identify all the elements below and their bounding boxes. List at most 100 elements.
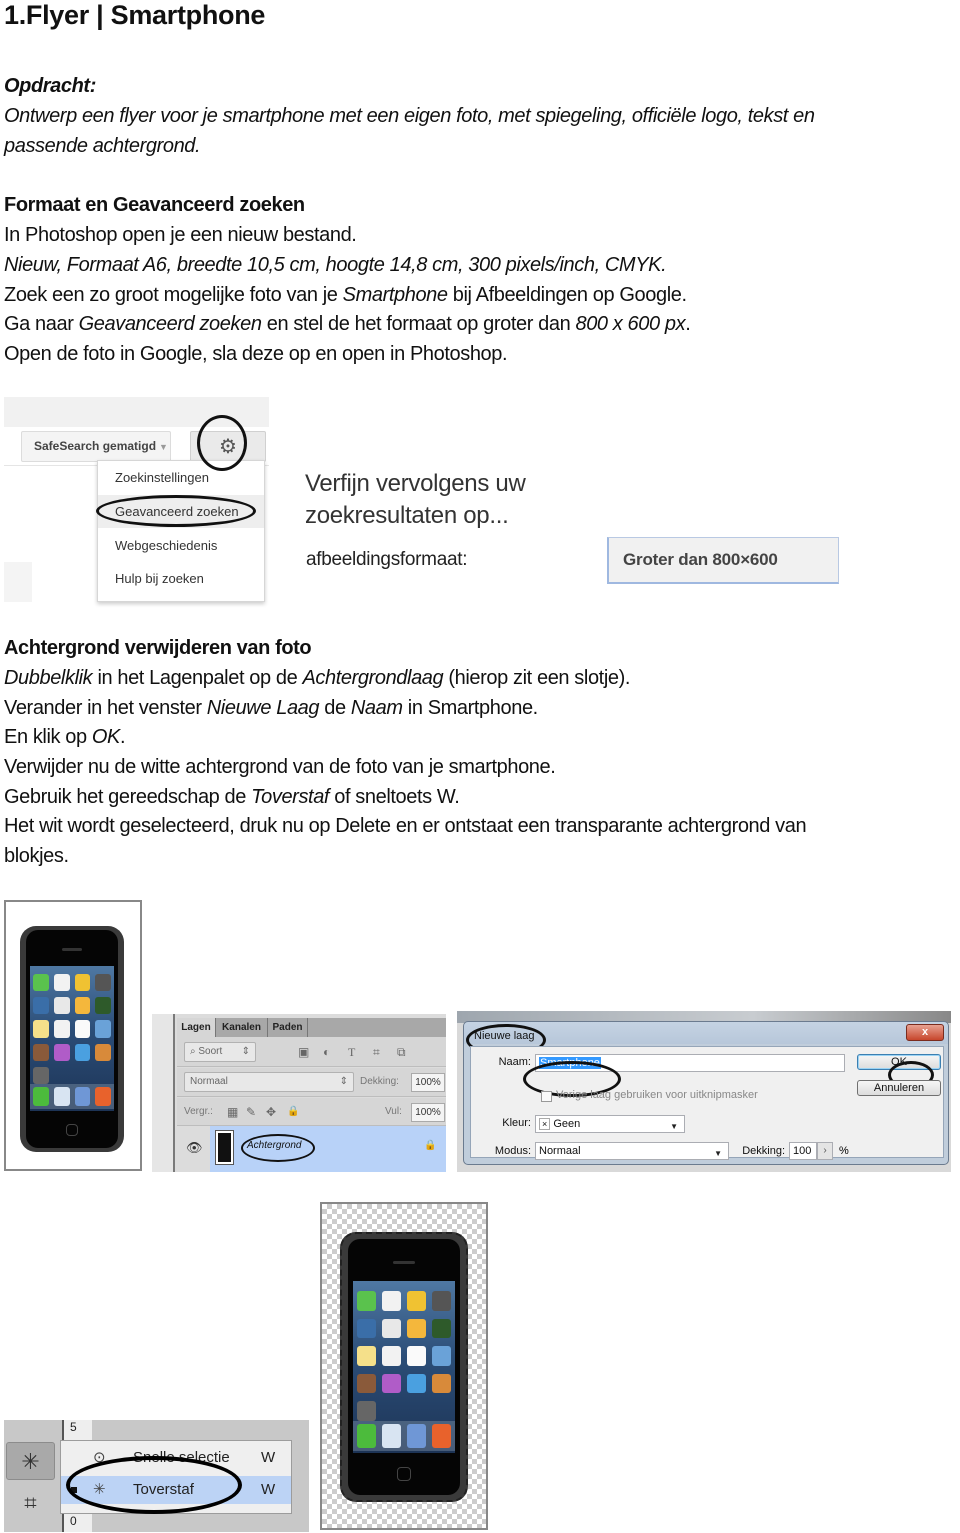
- app-icon: [53, 974, 70, 992]
- phone-speaker: [393, 1261, 415, 1264]
- tab-paden[interactable]: Paden: [268, 1018, 308, 1037]
- app-icon: [407, 1346, 426, 1366]
- annotation-circle-gear: [197, 415, 247, 471]
- app-icon: [382, 1291, 401, 1311]
- app-icon: [74, 1020, 91, 1038]
- new-layer-dialog: Nieuwe laag x Naam: Smartphone Vorige la…: [463, 1021, 949, 1165]
- menu-item-webgeschiedenis[interactable]: Webgeschiedenis: [98, 529, 264, 562]
- assignment-text-1: Ontwerp een flyer voor je smartphone met…: [4, 105, 815, 127]
- dock: [353, 1421, 455, 1451]
- instruction-line: Verwijder nu de witte achtergrond van de…: [4, 756, 556, 778]
- filter-row: ⌕ Soort ⇕ ▣ ◐ T ⌗ ⧉: [177, 1037, 446, 1067]
- app-icon: [33, 1066, 49, 1084]
- shape-filter-icon[interactable]: ⌗: [373, 1045, 380, 1059]
- layers-panel: Lagen Kanalen Paden ⌕ Soort ⇕ ▣ ◐ T ⌗ ⧉ …: [152, 1014, 446, 1172]
- safesearch-dropdown[interactable]: SafeSearch gematigd ▼: [21, 431, 171, 462]
- app-icon: [432, 1373, 451, 1394]
- tab-kanalen[interactable]: Kanalen: [216, 1018, 268, 1037]
- tab-lagen[interactable]: Lagen: [177, 1018, 216, 1037]
- dock: [30, 1084, 114, 1109]
- menu-item-zoekinstellingen[interactable]: Zoekinstellingen: [98, 461, 264, 494]
- app-icon: [74, 974, 91, 992]
- instruction-line: Open de foto in Google, sla deze op en o…: [4, 343, 508, 365]
- layer-row-achtergrond[interactable]: 👁 Achtergrond 🔒: [177, 1126, 446, 1172]
- lock-transparency-icon[interactable]: ▦: [227, 1105, 238, 1119]
- app-icon: [407, 1373, 426, 1394]
- instruction-line: Het wit wordt geselecteerd, druk nu op D…: [4, 815, 807, 837]
- image-size-select[interactable]: Groter dan 800×600: [607, 537, 839, 584]
- smart-object-filter-icon[interactable]: ⧉: [397, 1045, 406, 1059]
- app-icon: [382, 1373, 401, 1394]
- search-icon: ⌕: [190, 1046, 196, 1057]
- image-filter-icon[interactable]: ▣: [298, 1045, 309, 1059]
- instruction-line: En klik op OK.: [4, 726, 126, 748]
- app-icon: [357, 1318, 376, 1339]
- fill-label: Vul:: [385, 1106, 402, 1117]
- blend-mode-select[interactable]: Normaal ⇕: [184, 1072, 354, 1092]
- lasso-tool[interactable]: [6, 1420, 55, 1440]
- lock-all-icon[interactable]: 🔒: [287, 1105, 299, 1119]
- dock-app-icon: [382, 1424, 401, 1448]
- opacity-label: Dekking:: [360, 1076, 399, 1087]
- app-icon: [95, 1043, 111, 1061]
- dock-app-icon: [357, 1424, 376, 1448]
- app-icon: [33, 997, 49, 1015]
- app-icon: [33, 1020, 49, 1038]
- dock-app-icon: [74, 1087, 91, 1106]
- app-icon: [53, 1020, 70, 1038]
- eye-icon[interactable]: 👁: [186, 1140, 203, 1156]
- lock-position-icon[interactable]: ✥: [266, 1105, 276, 1119]
- magic-wand-icon: ✳: [21, 1449, 40, 1474]
- cancel-button[interactable]: Annuleren: [857, 1080, 941, 1096]
- instruction-line: Nieuw, Formaat A6, breedte 10,5 cm, hoog…: [4, 254, 667, 276]
- app-icons: [357, 1291, 451, 1421]
- chevron-down-icon: ▼: [159, 442, 168, 452]
- instruction-line: blokjes.: [4, 845, 69, 867]
- phone-body: [20, 926, 124, 1152]
- magic-wand-tool[interactable]: ✳: [6, 1442, 55, 1480]
- crop-tool[interactable]: ⌗: [6, 1484, 55, 1522]
- section-heading-achtergrond: Achtergrond verwijderen van foto: [4, 637, 312, 659]
- kleur-select[interactable]: × Geen ▼: [535, 1115, 685, 1133]
- percent-label: %: [839, 1145, 849, 1157]
- app-icon: [74, 997, 91, 1015]
- app-icon: [33, 1043, 49, 1061]
- home-button: [66, 1124, 78, 1136]
- clipping-mask-checkbox[interactable]: [541, 1091, 552, 1102]
- section-heading-formaat: Formaat en Geavanceerd zoeken: [4, 194, 305, 216]
- app-icon: [33, 974, 49, 992]
- instruction-line: In Photoshop open je een nieuw bestand.: [4, 224, 357, 246]
- opacity-input[interactable]: 100%: [411, 1073, 445, 1092]
- fill-input[interactable]: 100%: [411, 1103, 445, 1122]
- type-filter-icon[interactable]: T: [348, 1045, 355, 1059]
- lock-label: Vergr.:: [184, 1106, 213, 1117]
- chevron-down-icon: ▼: [670, 1122, 678, 1131]
- stepper-arrows-icon: ⇕: [241, 1046, 250, 1057]
- app-icon: [357, 1401, 376, 1421]
- assignment-text-2: passende achtergrond.: [4, 135, 201, 157]
- lock-pixels-icon[interactable]: ✎: [246, 1105, 256, 1119]
- modus-label: Modus:: [494, 1145, 531, 1157]
- modus-select[interactable]: Normaal ▼: [535, 1142, 729, 1160]
- app-icon: [95, 974, 111, 992]
- app-icon: [357, 1373, 376, 1394]
- panel-tabs: Lagen Kanalen Paden: [177, 1018, 446, 1037]
- dekking-input[interactable]: 100: [789, 1142, 817, 1160]
- app-icon: [53, 997, 70, 1015]
- assignment-heading: Opdracht:: [4, 75, 96, 97]
- close-button[interactable]: x: [906, 1024, 944, 1041]
- app-icon: [407, 1318, 426, 1339]
- lock-row: Vergr.: ▦ ✎ ✥ 🔒 Vul: 100%: [177, 1098, 446, 1126]
- phone-body: [340, 1232, 468, 1502]
- menu-item-hulp-bij-zoeken[interactable]: Hulp bij zoeken: [98, 562, 264, 595]
- chevron-down-icon: ▼: [714, 1149, 722, 1158]
- annotation-circle-toverstaf: [66, 1456, 242, 1514]
- app-icon: [74, 1043, 91, 1061]
- filter-kind-select[interactable]: ⌕ Soort ⇕: [184, 1042, 256, 1062]
- dekking-stepper[interactable]: ›: [817, 1142, 833, 1160]
- google-background-fragment: [4, 562, 32, 602]
- adjustment-filter-icon[interactable]: ◐: [323, 1045, 330, 1059]
- phone-screen: [30, 966, 114, 1111]
- app-icon: [95, 1020, 111, 1038]
- crop-icon: ⌗: [24, 1490, 37, 1515]
